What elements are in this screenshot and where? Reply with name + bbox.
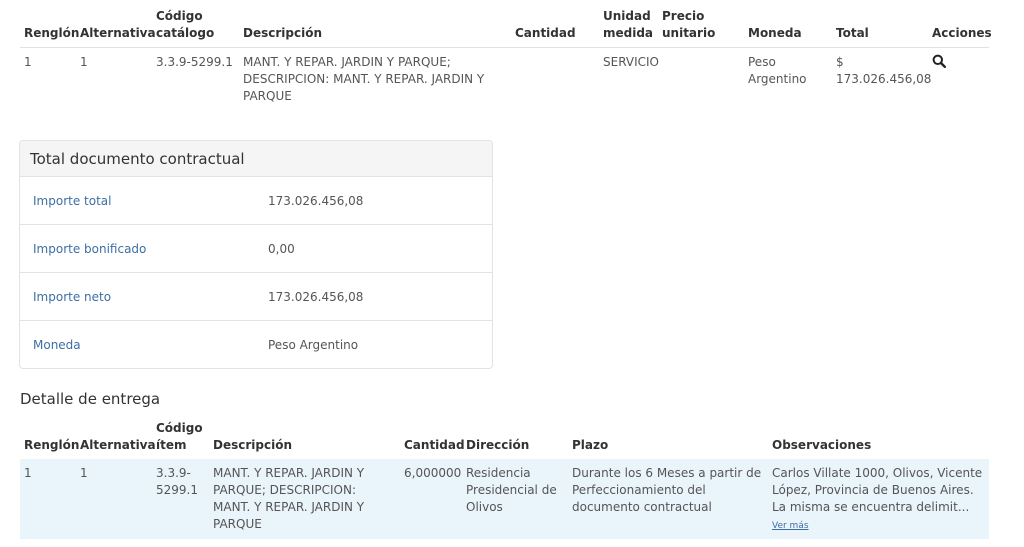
- header-descripcion: Descripción: [213, 438, 292, 452]
- total-value: 173.026.456,08: [836, 72, 932, 86]
- total-card: Total documento contractual Importe tota…: [19, 140, 493, 369]
- delivery-table: Renglón Alternativa Código ítem Descripci…: [20, 420, 989, 539]
- row-label: Importe neto: [33, 289, 112, 304]
- items-header-row: Renglón Alternativa Código catálogo Descr…: [20, 8, 992, 48]
- header-renglon: Renglón: [24, 26, 80, 40]
- total-card-row-importe-neto: Importe neto 173.026.456,08: [20, 273, 492, 321]
- header-codigo-line2: catálogo: [156, 26, 215, 40]
- row-value: 173.026.456,08: [268, 289, 364, 304]
- cell-plazo: Durante los 6 Meses a partir de Perfecci…: [572, 466, 762, 514]
- header-unidad-line2: medida: [603, 26, 654, 40]
- cell-descripcion: MANT. Y REPAR. JARDIN Y PARQUE; DESCRIPC…: [213, 466, 365, 531]
- row-label: Importe total: [33, 193, 112, 208]
- cell-cantidad: [511, 48, 599, 110]
- header-codigo: Código catálogo: [152, 8, 239, 48]
- header-renglon: Renglón: [24, 438, 80, 452]
- total-card-title: Total documento contractual: [20, 141, 492, 177]
- header-plazo: Plazo: [572, 438, 609, 452]
- header-alternativa: Alternativa: [80, 438, 156, 452]
- cell-codigo: 3.3.9-5299.1: [156, 466, 198, 497]
- cell-unidad: SERVICIO: [603, 55, 659, 69]
- header-unidad-line1: Unidad: [603, 9, 651, 23]
- cell-alternativa: 1: [80, 466, 88, 480]
- cell-renglon: 1: [24, 55, 32, 69]
- row-value: 173.026.456,08: [268, 193, 364, 208]
- total-card-row-importe-bonificado: Importe bonificado 0,00: [20, 225, 492, 273]
- total-currency-symbol: $: [836, 55, 844, 69]
- table-row: 1 1 3.3.9-5299.1 MANT. Y REPAR. JARDIN Y…: [20, 459, 989, 539]
- delivery-header-row: Renglón Alternativa Código ítem Descripci…: [20, 420, 989, 459]
- items-table: Renglón Alternativa Código catálogo Descr…: [20, 8, 992, 110]
- header-codigo-item: Código ítem: [152, 420, 209, 459]
- ver-mas-link[interactable]: Ver más: [772, 518, 809, 535]
- cell-acciones: [928, 48, 989, 110]
- row-value: 0,00: [268, 241, 295, 256]
- header-precio: Precio unitario: [658, 8, 744, 48]
- header-acciones: Acciones: [932, 26, 992, 40]
- cell-precio: [658, 48, 744, 110]
- cell-descripcion: MANT. Y REPAR. JARDIN Y PARQUE; DESCRIPC…: [243, 55, 485, 103]
- row-label: Importe bonificado: [33, 241, 147, 256]
- cell-total: $173.026.456,08: [832, 48, 932, 110]
- header-unidad: Unidad medida: [599, 8, 658, 48]
- delivery-section-title: Detalle de entrega: [20, 390, 161, 408]
- cell-cantidad: 6,000000: [404, 466, 462, 480]
- total-card-row-importe-total: Importe total 173.026.456,08: [20, 177, 492, 225]
- cell-moneda: Peso Argentino: [748, 55, 807, 86]
- cell-renglon: 1: [24, 466, 32, 480]
- cell-codigo: 3.3.9-5299.1: [156, 55, 233, 69]
- cell-observaciones: Carlos Villate 1000, Olivos, Vicente Lóp…: [768, 459, 989, 539]
- cell-direccion: Residencia Presidencial de Olivos: [466, 466, 557, 514]
- header-observaciones: Observaciones: [772, 438, 872, 452]
- header-codigo-line2: ítem: [156, 438, 187, 452]
- row-value: Peso Argentino: [268, 337, 359, 352]
- observaciones-text: Carlos Villate 1000, Olivos, Vicente Lóp…: [772, 466, 983, 514]
- header-cantidad: Cantidad: [404, 438, 465, 452]
- cell-alternativa: 1: [80, 55, 88, 69]
- row-label: Moneda: [33, 337, 81, 352]
- header-moneda: Moneda: [748, 26, 802, 40]
- header-codigo-line1: Código: [156, 9, 203, 23]
- header-direccion: Dirección: [466, 438, 530, 452]
- header-total: Total: [836, 26, 869, 40]
- header-cantidad: Cantidad: [515, 26, 576, 40]
- header-precio-line1: Precio: [662, 9, 705, 23]
- table-row: 1 1 3.3.9-5299.1 MANT. Y REPAR. JARDIN Y…: [20, 48, 989, 110]
- search-icon[interactable]: [932, 54, 947, 69]
- total-card-row-moneda: Moneda Peso Argentino: [20, 321, 492, 368]
- header-precio-line2: unitario: [662, 26, 716, 40]
- header-alternativa: Alternativa: [80, 26, 156, 40]
- header-descripcion: Descripción: [243, 26, 322, 40]
- header-codigo-line1: Código: [156, 421, 203, 435]
